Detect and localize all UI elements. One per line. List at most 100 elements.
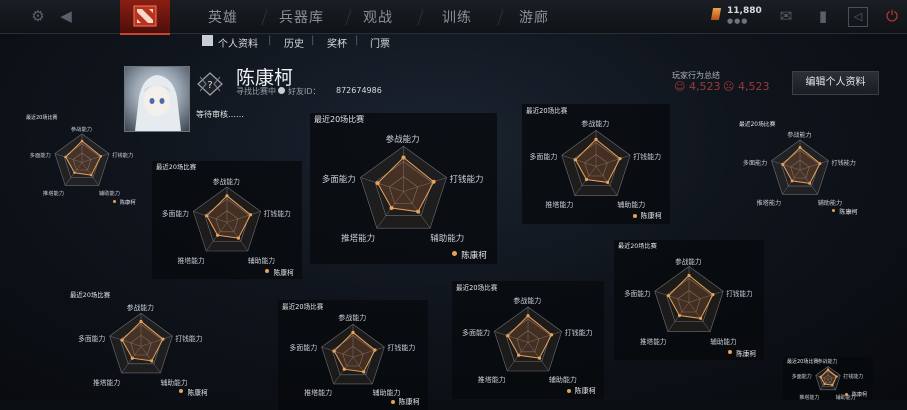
radar-axis-label: 参战能力 <box>212 178 240 187</box>
radar-point <box>332 349 336 353</box>
radar-point <box>605 180 610 185</box>
radar-axis-label: 打钱能力 <box>726 289 753 298</box>
radar-axis-label: 参战能力 <box>817 359 838 366</box>
radar-point <box>830 383 834 387</box>
friend-id-label: 好友ID： <box>278 86 321 97</box>
edit-profile-button[interactable]: 编辑个人资料 <box>792 71 879 95</box>
menu-divider <box>261 9 268 25</box>
radar-panel: 最近20场比赛 参战能力 打钱能力 辅助能力 推塔能力 多面能力 陈康柯 <box>783 357 873 401</box>
radar-point <box>549 333 554 337</box>
tab-tickets[interactable]: 门票 <box>370 35 390 50</box>
behavior-score: ☹ 4,523 <box>723 80 770 93</box>
radar-point <box>537 356 542 360</box>
radar-legend-label: 陈康柯 <box>574 387 596 396</box>
radar-point <box>516 353 521 357</box>
radar-point <box>216 233 220 237</box>
radar-axis-label: 辅助能力 <box>430 234 465 245</box>
dota-logo-button[interactable] <box>120 0 170 35</box>
legend-dot-icon <box>112 200 116 204</box>
radar-axis-label: 辅助能力 <box>372 388 401 397</box>
radar-axis-label: 参战能力 <box>126 304 154 313</box>
radar-axis-label: 辅助能力 <box>98 191 121 198</box>
radar-point <box>687 273 691 277</box>
volume-icon[interactable]: ◁ <box>848 7 868 27</box>
radar-point <box>584 177 589 182</box>
subnav-separator: | <box>311 35 315 46</box>
friend-id-value[interactable]: 872674986 <box>336 86 382 95</box>
tab-profile[interactable]: 个人资料 <box>218 35 258 50</box>
subnav-separator: | <box>355 35 359 46</box>
radar-panel: 最近20场比赛 参战能力 打钱能力 辅助能力 推塔能力 多面能力 陈康柯 <box>152 161 302 279</box>
menu-learn[interactable]: 训练 <box>442 7 472 27</box>
radar-axis-label: 推塔能力 <box>545 200 574 209</box>
radar-point <box>818 162 822 165</box>
menu-arcade[interactable]: 游廊 <box>519 7 549 27</box>
radar-point <box>375 181 380 186</box>
battle-pass-icon[interactable]: ▮ <box>813 6 833 26</box>
currency-amount: 11,880 <box>727 6 762 16</box>
tab-trophies[interactable]: 奖杯 <box>327 35 347 50</box>
menu-divider <box>497 9 504 25</box>
radar-point <box>248 213 253 217</box>
radar-point <box>526 314 530 318</box>
radar-legend-label: 陈康柯 <box>736 350 757 359</box>
radar-point <box>401 155 406 160</box>
radar-axis-label: 辅助能力 <box>710 337 737 346</box>
radar-axis-label: 参战能力 <box>385 134 420 145</box>
radar-point <box>573 158 578 162</box>
radar-point <box>99 154 103 158</box>
currency-dots: ●●● <box>727 17 749 25</box>
radar-legend-label: 陈康柯 <box>273 268 294 277</box>
radar-axis-label: 参战能力 <box>338 314 367 322</box>
radar-axis-label: 多面能力 <box>624 289 651 298</box>
menu-divider <box>345 9 352 25</box>
radar-point <box>389 206 394 211</box>
radar-point <box>594 137 598 142</box>
radar-legend-label: 陈康柯 <box>119 200 136 207</box>
radar-axis-label: 多面能力 <box>161 209 189 218</box>
radar-axis-label: 多面能力 <box>29 152 51 159</box>
radar-axis-label: 打钱能力 <box>831 159 856 167</box>
radar-axis-label: 打钱能力 <box>564 328 593 337</box>
settings-gear-icon[interactable]: ⚙ <box>28 6 48 26</box>
radar-axis-label: 推塔能力 <box>42 191 65 198</box>
radar-point <box>790 179 794 183</box>
radar-axis-label: 打钱能力 <box>387 344 416 353</box>
mail-icon[interactable]: ✉ <box>776 6 796 26</box>
radar-point <box>120 338 124 342</box>
radar-point <box>362 370 366 374</box>
back-arrow-icon[interactable]: ◀ <box>56 6 76 26</box>
radar-point <box>798 146 802 149</box>
behavior-score-value: 4,523 <box>688 80 721 93</box>
radar-axis-label: 多面能力 <box>321 175 356 186</box>
radar-point <box>89 173 93 177</box>
radar-point <box>819 375 822 379</box>
radar-axis-label: 多面能力 <box>529 152 558 161</box>
radar-axis-label: 打钱能力 <box>633 152 662 161</box>
avatar[interactable] <box>124 66 190 132</box>
dota-logo-icon <box>133 5 157 27</box>
profile-card-icon <box>202 35 213 46</box>
radar-point <box>781 162 785 166</box>
rank-medal-icon: ? <box>197 72 223 96</box>
radar-point <box>823 382 826 386</box>
radar-legend-label: 陈康柯 <box>640 212 662 221</box>
legend-dot-icon <box>390 399 395 404</box>
radar-panel: 最近20场比赛 参战能力 打钱能力 辅助能力 推塔能力 多面能力 陈康柯 <box>614 240 764 360</box>
menu-watch[interactable]: 观战 <box>363 7 393 27</box>
behavior-score: ☺ 4,523 <box>674 80 721 93</box>
radar-panel: 最近20场比赛 参战能力 打钱能力 辅助能力 推塔能力 多面能力 陈康柯 <box>735 118 865 218</box>
power-exit-icon[interactable]: ⏻ <box>882 6 902 26</box>
radar-axis-label: 推塔能力 <box>341 234 376 245</box>
menu-heroes[interactable]: 英雄 <box>208 7 238 27</box>
radar-axis-label: 参战能力 <box>513 296 542 305</box>
radar-axis-label: 打钱能力 <box>175 334 203 343</box>
radar-axis-label: 辅助能力 <box>160 378 188 387</box>
menu-armory[interactable]: 兵器库 <box>279 7 324 27</box>
radar-axis-label: 辅助能力 <box>617 200 646 209</box>
radar-legend-label: 陈康柯 <box>461 250 487 261</box>
svg-text:?: ? <box>207 80 212 91</box>
radar-panel: 最近20场比赛 参战能力 打钱能力 辅助能力 推塔能力 多面能力 陈康柯 <box>310 113 497 264</box>
tab-history[interactable]: 历史 <box>284 35 304 50</box>
radar-axis-label: 辅助能力 <box>247 257 276 266</box>
